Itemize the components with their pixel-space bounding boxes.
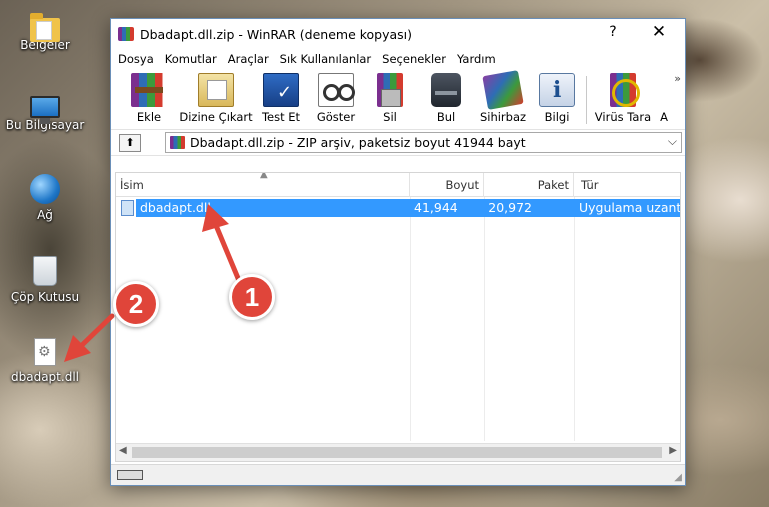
annotation-arrows <box>64 204 243 362</box>
step-badge-2: 2 <box>113 281 159 327</box>
step-badge-1: 1 <box>229 274 275 320</box>
arrow-2 <box>64 313 115 362</box>
arrow-1 <box>202 204 243 286</box>
